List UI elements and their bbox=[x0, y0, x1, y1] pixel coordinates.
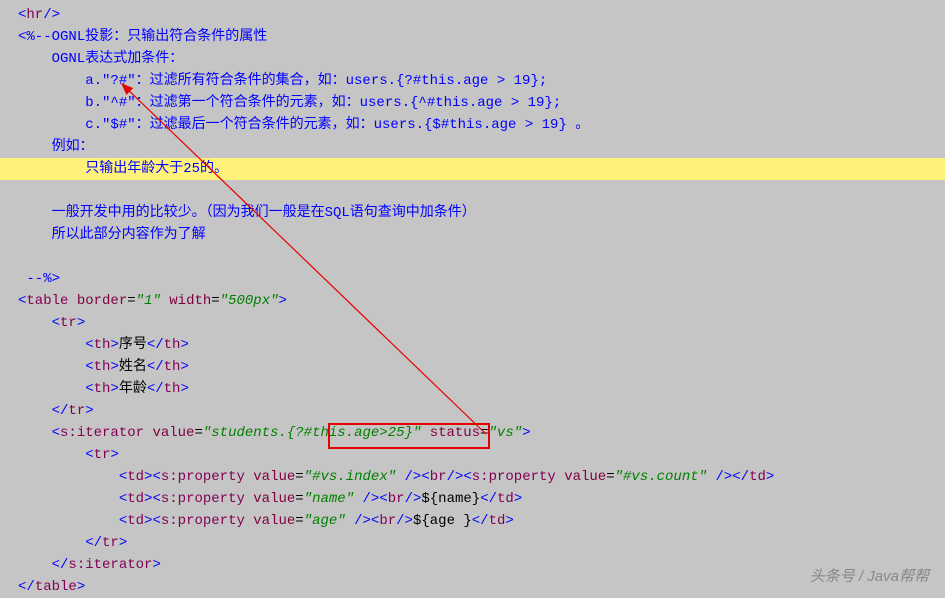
code-line: <hr/> bbox=[18, 4, 945, 26]
code-line: --%> bbox=[18, 268, 945, 290]
code-line: <table border="1" width="500px"> bbox=[18, 290, 945, 312]
code-line: <td><s:property value="name" /><br/>${na… bbox=[18, 488, 945, 510]
code-line: a."?#"：过滤所有符合条件的集合，如：users.{?#this.age >… bbox=[18, 70, 945, 92]
code-line: <th>年龄</th> bbox=[18, 378, 945, 400]
code-line: b."^#"：过滤第一个符合条件的元素，如：users.{^#this.age … bbox=[18, 92, 945, 114]
code-line: <tr> bbox=[18, 312, 945, 334]
code-line: <th>序号</th> bbox=[18, 334, 945, 356]
code-line: 一般开发中用的比较少。（因为我们一般是在SQL语句查询中加条件） bbox=[18, 202, 945, 224]
watermark: 头条号 / Java帮帮 bbox=[810, 566, 929, 588]
code-line: <%--OGNL投影：只输出符合条件的属性 bbox=[18, 26, 945, 48]
blank-line bbox=[18, 246, 945, 268]
code-line: <s:iterator value="students.{?#this.age>… bbox=[18, 422, 945, 444]
code-line: 所以此部分内容作为了解 bbox=[18, 224, 945, 246]
code-line: 例如： bbox=[18, 136, 945, 158]
code-line: </table> bbox=[18, 576, 945, 598]
code-line: <td><s:property value="#vs.index" /><br/… bbox=[18, 466, 945, 488]
code-line: OGNL表达式加条件： bbox=[18, 48, 945, 70]
code-line: <th>姓名</th> bbox=[18, 356, 945, 378]
code-line: </s:iterator> bbox=[18, 554, 945, 576]
code-line: </tr> bbox=[18, 400, 945, 422]
code-line: <td><s:property value="age" /><br/>${age… bbox=[18, 510, 945, 532]
code-line: c."$#"：过滤最后一个符合条件的元素，如：users.{$#this.age… bbox=[18, 114, 945, 136]
code-block: <hr/> <%--OGNL投影：只输出符合条件的属性 OGNL表达式加条件： … bbox=[0, 0, 945, 598]
code-line: </tr> bbox=[18, 532, 945, 554]
blank-line bbox=[18, 180, 945, 202]
highlighted-line: 只输出年龄大于25的。 bbox=[0, 158, 945, 180]
code-line: <tr> bbox=[18, 444, 945, 466]
